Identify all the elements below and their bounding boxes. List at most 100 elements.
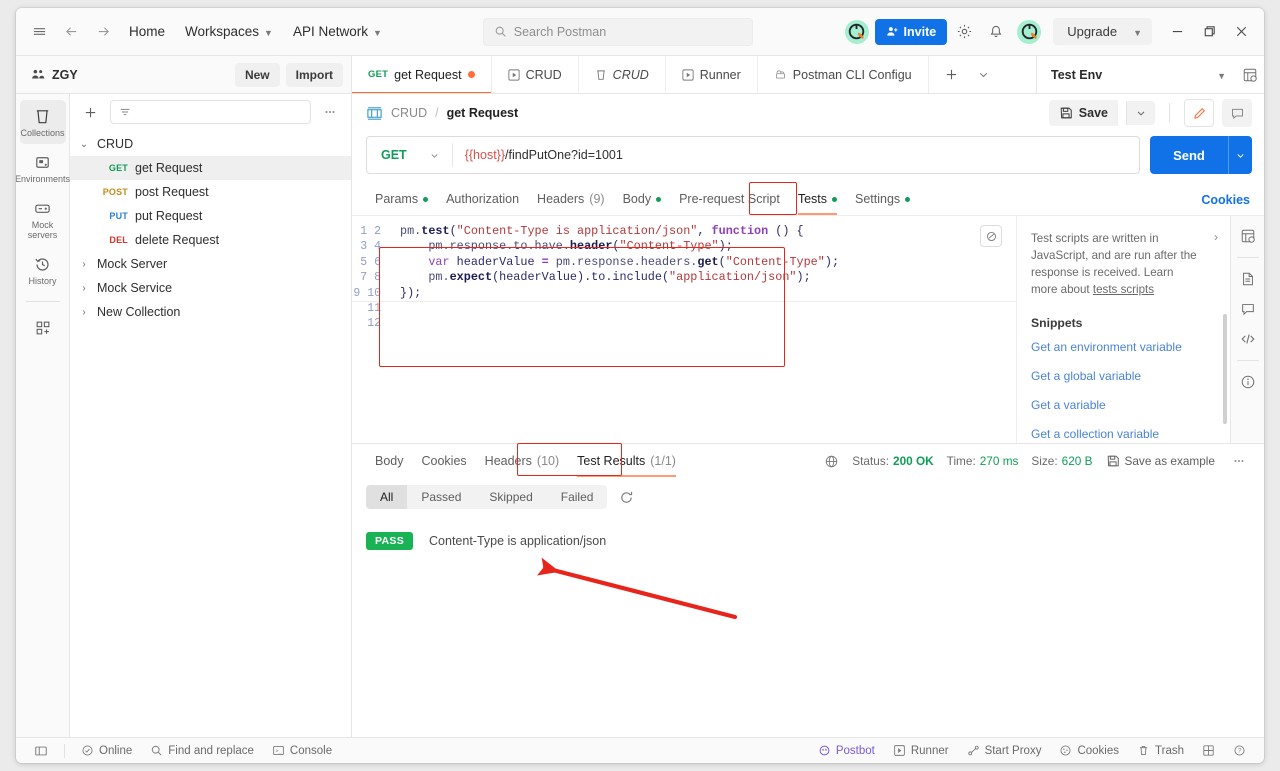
mock-servers-icon bbox=[35, 204, 50, 213]
tree-folder-new-collection[interactable]: › New Collection bbox=[70, 300, 351, 324]
refresh-icon[interactable] bbox=[615, 490, 638, 505]
snippet-get-variable[interactable]: Get a variable bbox=[1031, 398, 1218, 412]
environment-quick-look-icon[interactable] bbox=[1236, 56, 1264, 93]
method-selector[interactable]: GET bbox=[367, 148, 452, 162]
maximize-icon[interactable] bbox=[1194, 17, 1224, 47]
tree-folder-mock-service[interactable]: › Mock Service bbox=[70, 276, 351, 300]
sidebar-toggle-icon[interactable] bbox=[26, 741, 56, 761]
sidebar-item-environments[interactable]: Environments bbox=[16, 146, 70, 190]
online-status[interactable]: Online bbox=[73, 741, 140, 760]
filter-all[interactable]: All bbox=[366, 485, 408, 509]
environment-selector[interactable]: Test Env ▼ bbox=[1036, 56, 1236, 93]
comments-icon[interactable] bbox=[1234, 295, 1262, 323]
tab-runner[interactable]: Runner bbox=[666, 56, 758, 93]
snippet-get-collection-variable[interactable]: Get a collection variable bbox=[1031, 427, 1218, 441]
tests-scripts-link[interactable]: tests scripts bbox=[1093, 283, 1154, 296]
response-tabs: Body Cookies Headers (10) Test Results (… bbox=[352, 443, 1264, 478]
account-avatar-icon[interactable] bbox=[1017, 19, 1042, 44]
tree-folder-crud[interactable]: ⌄ CRUD bbox=[70, 132, 351, 156]
cookies-button[interactable]: Cookies bbox=[1051, 741, 1127, 760]
tab-postman-cli-config[interactable]: Postman CLI Configu bbox=[758, 56, 929, 93]
nav-api-network[interactable]: API Network ▼ bbox=[284, 19, 391, 44]
tab-response-cookies[interactable]: Cookies bbox=[413, 447, 476, 476]
sidebar-item-history[interactable]: History bbox=[20, 248, 66, 292]
environment-quick-look-icon[interactable] bbox=[1234, 222, 1262, 250]
info-icon[interactable] bbox=[1234, 368, 1262, 396]
save-as-example-button[interactable]: Save as example bbox=[1106, 454, 1215, 468]
save-dropdown-button[interactable] bbox=[1126, 101, 1155, 125]
response-more-icon[interactable] bbox=[1228, 454, 1250, 468]
tree-request-delete-request[interactable]: DEL delete Request bbox=[70, 228, 351, 252]
sidebar-item-collections[interactable]: Collections bbox=[19, 100, 66, 144]
invite-button[interactable]: Invite bbox=[874, 18, 948, 45]
search-input[interactable]: Search Postman bbox=[482, 17, 753, 46]
tree-folder-mock-server[interactable]: › Mock Server bbox=[70, 252, 351, 276]
tab-headers[interactable]: Headers (9) bbox=[528, 185, 614, 214]
sidebar-item-add-apps[interactable] bbox=[20, 312, 66, 342]
tab-response-headers[interactable]: Headers (10) bbox=[476, 447, 568, 476]
runner-button[interactable]: Runner bbox=[885, 741, 957, 760]
save-label: Save bbox=[1078, 106, 1108, 120]
tab-pre-request-script[interactable]: Pre-request Script bbox=[670, 185, 789, 214]
snippet-get-environment-variable[interactable]: Get an environment variable bbox=[1031, 340, 1218, 354]
nav-workspaces[interactable]: Workspaces ▼ bbox=[176, 19, 282, 44]
start-proxy-button[interactable]: Start Proxy bbox=[959, 741, 1050, 760]
tab-response-body[interactable]: Body bbox=[366, 447, 413, 476]
back-arrow-icon[interactable] bbox=[56, 17, 86, 47]
layout-toggle-button[interactable] bbox=[1194, 741, 1223, 760]
tree-request-put-request[interactable]: PUT put Request bbox=[70, 204, 351, 228]
test-script-editor[interactable]: 1 2 3 4 5 6 7 8 9 10 11 12 pm.test("Cont… bbox=[352, 216, 1016, 443]
tree-request-post-request[interactable]: POST post Request bbox=[70, 180, 351, 204]
beautify-icon[interactable] bbox=[980, 225, 1002, 247]
import-button[interactable]: Import bbox=[285, 62, 343, 87]
cookies-link[interactable]: Cookies bbox=[1201, 193, 1250, 207]
tab-params[interactable]: Params bbox=[366, 185, 437, 214]
minimize-icon[interactable] bbox=[1162, 17, 1192, 47]
snippet-get-global-variable[interactable]: Get a global variable bbox=[1031, 369, 1218, 383]
filter-input[interactable] bbox=[110, 100, 311, 124]
hamburger-icon[interactable] bbox=[24, 17, 54, 47]
tab-crud-collection[interactable]: CRUD bbox=[579, 56, 666, 93]
tab-tests[interactable]: Tests bbox=[789, 185, 846, 215]
tab-authorization[interactable]: Authorization bbox=[437, 185, 528, 214]
url-input[interactable]: {{host}}/findPutOne?id=1001 bbox=[453, 148, 1139, 162]
forward-arrow-icon[interactable] bbox=[88, 17, 118, 47]
code-content[interactable]: pm.test("Content-Type is application/jso… bbox=[390, 216, 1016, 443]
snippets-scrollbar[interactable] bbox=[1223, 314, 1227, 424]
nav-home[interactable]: Home bbox=[120, 19, 174, 44]
tab-list-chevron-icon[interactable] bbox=[969, 60, 999, 90]
filter-skipped[interactable]: Skipped bbox=[475, 485, 546, 509]
new-button[interactable]: New bbox=[234, 62, 280, 87]
comments-icon[interactable] bbox=[1222, 99, 1252, 127]
new-tab-button[interactable] bbox=[937, 60, 967, 90]
close-icon[interactable] bbox=[1226, 17, 1256, 47]
edit-pencil-icon[interactable] bbox=[1184, 99, 1214, 127]
tab-body[interactable]: Body bbox=[614, 185, 671, 214]
tab-settings[interactable]: Settings bbox=[846, 185, 919, 214]
upgrade-button[interactable]: Upgrade ▼ bbox=[1053, 18, 1152, 45]
bell-icon[interactable] bbox=[981, 17, 1011, 47]
send-dropdown-button[interactable] bbox=[1228, 136, 1252, 174]
tab-test-results[interactable]: Test Results (1/1) bbox=[568, 447, 685, 477]
documentation-icon[interactable] bbox=[1234, 265, 1262, 293]
chevron-right-icon[interactable]: › bbox=[1214, 230, 1218, 244]
filter-passed[interactable]: Passed bbox=[407, 485, 475, 509]
gear-icon[interactable] bbox=[949, 17, 979, 47]
tab-get-request[interactable]: GET get Request bbox=[352, 56, 492, 93]
new-collection-button[interactable] bbox=[78, 100, 102, 124]
console-button[interactable]: >_ Console bbox=[264, 741, 340, 760]
postbot-button[interactable]: Postbot bbox=[810, 741, 883, 760]
trash-button[interactable]: Trash bbox=[1129, 741, 1192, 760]
sidebar-item-mock-servers[interactable]: Mock servers bbox=[20, 192, 66, 246]
send-button[interactable]: Send bbox=[1150, 136, 1228, 174]
help-button[interactable]: ? bbox=[1225, 741, 1254, 760]
code-snippet-icon[interactable] bbox=[1234, 325, 1262, 353]
find-and-replace-button[interactable]: Find and replace bbox=[142, 741, 262, 760]
filter-failed[interactable]: Failed bbox=[547, 485, 608, 509]
collections-more-icon[interactable] bbox=[319, 101, 341, 123]
save-button[interactable]: Save bbox=[1048, 100, 1118, 126]
chevron-down-icon: ▼ bbox=[1217, 70, 1226, 81]
breadcrumb-collection[interactable]: CRUD bbox=[391, 106, 427, 120]
tree-request-get-request[interactable]: GET get Request bbox=[70, 156, 351, 180]
tab-crud-runner[interactable]: CRUD bbox=[492, 56, 579, 93]
